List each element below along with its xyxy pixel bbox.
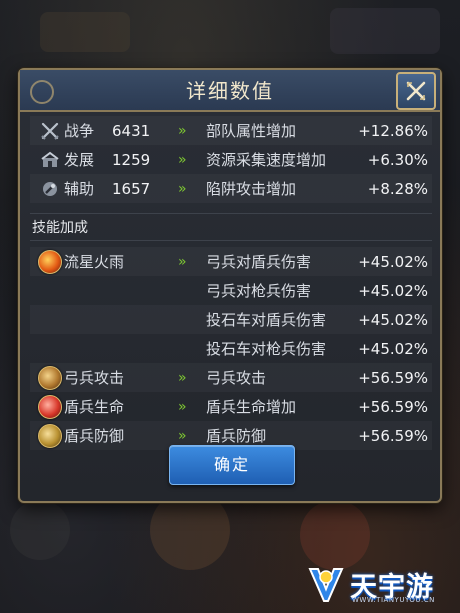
skill-name: 弓兵攻击 (64, 369, 125, 387)
arrow-icon: » (178, 151, 187, 168)
close-icon (406, 81, 426, 101)
watermark-logo: 天宇游 WWW.TIANYUYOU.CN (304, 563, 454, 607)
shield-life-icon (38, 394, 62, 419)
stat-bonus: +8.28% (367, 179, 428, 198)
arrow-icon: » (178, 427, 187, 444)
skill-bonus: +45.02% (358, 252, 428, 271)
dialog-header: 详细数值 (20, 70, 440, 112)
skill-row: 盾兵生命 » 盾兵生命增加 +56.59% (30, 392, 432, 421)
stat-effect: 部队属性增加 (206, 122, 297, 140)
skill-name: 盾兵生命 (64, 398, 125, 416)
skill-bonus: +56.59% (358, 397, 428, 416)
dialog-body: 战争 6431 » 部队属性增加 +12.86% 发展 1259 » 资源采集速度增加 +6.30… (30, 116, 432, 450)
skill-name: 盾兵防御 (64, 427, 125, 445)
skill-effect: 投石车对枪兵伤害 (206, 340, 327, 358)
skill-effect: 弓兵攻击 (206, 369, 267, 387)
background-tile (300, 500, 370, 570)
stat-effect: 陷阱攻击增加 (206, 180, 297, 198)
stat-row: 发展 1259 » 资源采集速度增加 +6.30% (30, 145, 432, 174)
skill-bonus: +45.02% (358, 281, 428, 300)
skill-effect: 盾兵生命增加 (206, 398, 297, 416)
background-tile (40, 12, 130, 52)
assist-icon (36, 179, 64, 199)
skill-row: 流星火雨 » 弓兵对盾兵伤害 +45.02% (30, 247, 432, 276)
sword-icon (36, 121, 64, 141)
logo-icon (308, 568, 344, 602)
dialog-title: 详细数值 (186, 79, 274, 103)
stat-row: 战争 6431 » 部队属性增加 +12.86% (30, 116, 432, 145)
arrow-icon: » (178, 369, 187, 386)
watermark-url: WWW.TIANYUYOU.CN (352, 596, 435, 604)
arrow-icon: » (178, 253, 187, 270)
skills-list: 流星火雨» 弓兵对盾兵伤害 +45.02% 弓兵对枪兵伤害 +45.02% 投石车对盾兵伤… (30, 247, 432, 450)
skill-effect: 弓兵对盾兵伤害 (206, 253, 312, 271)
skill-bonus: +45.02% (358, 310, 428, 329)
stat-label: 发展 (64, 151, 95, 169)
meteor-icon (38, 249, 62, 274)
skill-bonus: +56.59% (358, 368, 428, 387)
skills-header: 技能加成 (30, 213, 432, 241)
background-tile (330, 8, 440, 54)
skill-effect: 投石车对盾兵伤害 (206, 311, 327, 329)
arrow-icon: » (178, 180, 187, 197)
skill-row: 弓兵对枪兵伤害 +45.02% (30, 276, 432, 305)
shield-defense-icon (38, 423, 62, 448)
stat-value: 1657 (112, 179, 151, 198)
confirm-button[interactable]: 确定 (169, 445, 295, 485)
close-button[interactable] (396, 72, 436, 110)
skill-effect: 弓兵对枪兵伤害 (206, 282, 312, 300)
stat-value: 6431 (112, 121, 151, 140)
stat-bonus: +6.30% (367, 150, 428, 169)
arrow-icon: » (178, 122, 187, 139)
stat-label: 战争 (64, 122, 95, 140)
skill-effect: 盾兵防御 (206, 427, 267, 445)
skill-row: 投石车对枪兵伤害 +45.02% (30, 334, 432, 363)
stat-bonus: +12.86% (358, 121, 428, 140)
skill-name: 流星火雨 (64, 253, 125, 271)
details-dialog: 详细数值 战争 6431 » 部队属性增加 +12.86% 发展 1259 » 资源采集速度增加… (18, 68, 442, 503)
background-tile (10, 500, 70, 560)
arrow-icon: » (178, 398, 187, 415)
stat-label: 辅助 (64, 180, 95, 198)
archer-attack-icon (38, 365, 62, 390)
develop-icon (36, 150, 64, 170)
stats-list: 战争 6431 » 部队属性增加 +12.86% 发展 1259 » 资源采集速度增加 +6.30… (30, 116, 432, 203)
stat-value: 1259 (112, 150, 151, 169)
skill-row: 弓兵攻击 » 弓兵攻击 +56.59% (30, 363, 432, 392)
stat-row: 辅助 1657 » 陷阱攻击增加 +8.28% (30, 174, 432, 203)
skill-bonus: +45.02% (358, 339, 428, 358)
skill-row: 投石车对盾兵伤害 +45.02% (30, 305, 432, 334)
skill-bonus: +56.59% (358, 426, 428, 445)
stat-effect: 资源采集速度增加 (206, 151, 327, 169)
